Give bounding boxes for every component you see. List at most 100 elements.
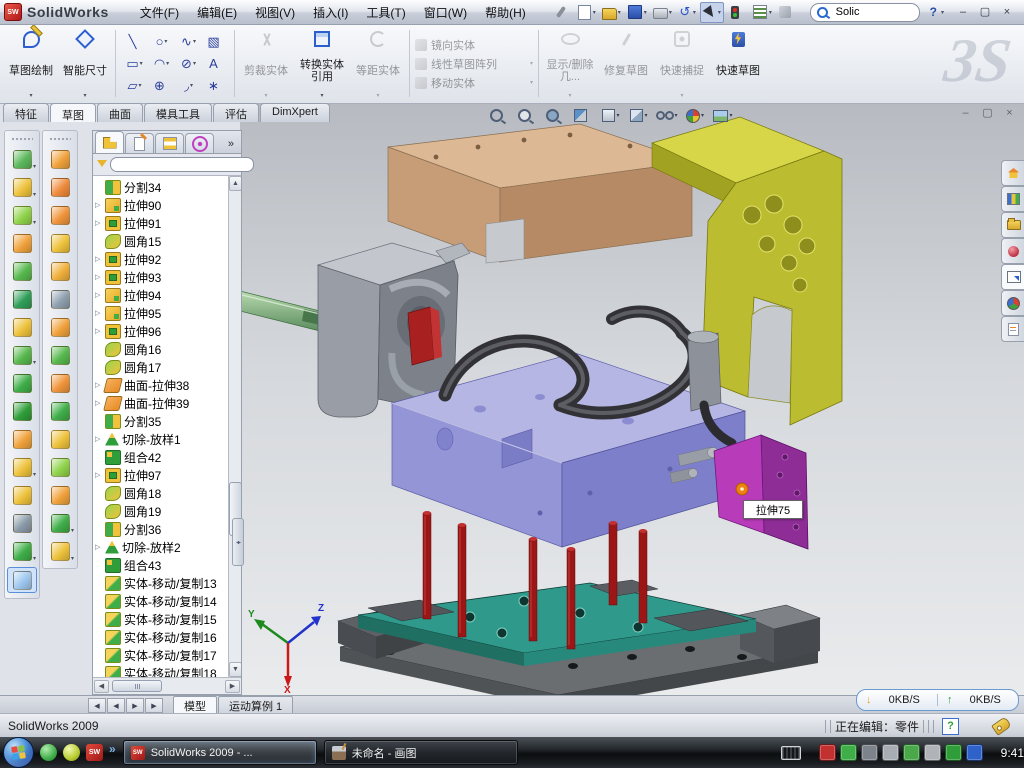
lofted-boss[interactable]: ▾ bbox=[8, 259, 36, 283]
launcher-ball-icon[interactable] bbox=[63, 744, 80, 761]
straight-slot[interactable]: ▱ ▾ bbox=[121, 75, 148, 97]
taskbar-clock[interactable]: 9:41 bbox=[1001, 746, 1024, 760]
view-palette[interactable] bbox=[1001, 264, 1024, 290]
reference-geometry[interactable]: ▾ bbox=[8, 483, 36, 507]
study-nav-button[interactable]: ◀ bbox=[107, 698, 125, 713]
toolbox[interactable]: ▾ bbox=[776, 3, 798, 22]
net-speed-widget[interactable]: ↓ 0KB/S ↑ 0KB/S bbox=[856, 689, 1019, 711]
solidworks-resources[interactable] bbox=[1001, 160, 1024, 186]
magnified-selection[interactable]: ▾ bbox=[542, 106, 568, 125]
search-box[interactable] bbox=[810, 3, 920, 22]
file-explorer[interactable] bbox=[1001, 212, 1024, 238]
zoom-to-area[interactable]: ▾ bbox=[514, 106, 540, 125]
featuremanager-tab[interactable] bbox=[95, 131, 124, 153]
document-tab[interactable]: 运动算例 1 bbox=[218, 696, 293, 714]
instant3d[interactable]: ▾ bbox=[7, 567, 37, 593]
search-input[interactable] bbox=[834, 5, 890, 19]
revolved-boss[interactable]: ▾ bbox=[8, 175, 36, 199]
graphics-viewport[interactable]: Y Z X ▾ ▾ ▾ ▾ ▾ ▾ ▾ ▾ ▾ – ▢ × bbox=[240, 103, 1024, 695]
quick-tips-help-button[interactable]: ? bbox=[942, 718, 959, 735]
move-body[interactable]: ▾ bbox=[8, 427, 36, 451]
offset-entities[interactable]: 等距实体 ▾ bbox=[350, 24, 406, 103]
expand-arrow-icon[interactable] bbox=[95, 255, 105, 263]
move-entities[interactable]: 移动实体 ▾ bbox=[415, 75, 533, 91]
solidworks-search[interactable] bbox=[1001, 238, 1024, 264]
tree-item[interactable]: 切除-放样2 bbox=[93, 538, 229, 556]
linear-pattern[interactable]: ▾ bbox=[8, 343, 36, 367]
tree-horizontal-scrollbar[interactable]: ◀ ▶ bbox=[93, 677, 241, 694]
part-base-plates[interactable] bbox=[338, 580, 820, 695]
tree-item[interactable]: 拉伸91 bbox=[93, 214, 229, 232]
rapid-sketch[interactable]: 快速草图 ▾ bbox=[710, 24, 766, 103]
minimize-button[interactable]: – bbox=[954, 5, 972, 20]
part-top-clamp-plate[interactable] bbox=[388, 124, 692, 263]
tree-item[interactable]: 拉伸97 bbox=[93, 466, 229, 484]
window-solidworks[interactable]: SW SolidWorks 2009 - ... bbox=[123, 740, 317, 765]
undo[interactable]: ↺ ▾ bbox=[676, 3, 698, 22]
tags-icon[interactable] bbox=[991, 716, 1012, 736]
doc-close-button[interactable]: × bbox=[1001, 106, 1018, 121]
agent-gray-icon[interactable] bbox=[861, 744, 878, 761]
help-dropdown-icon[interactable]: ▾ bbox=[941, 9, 944, 16]
freeform[interactable]: ▾ bbox=[46, 539, 74, 563]
repair-sketch[interactable]: 修复草图 ▾ bbox=[598, 24, 654, 103]
tree-item[interactable]: 曲面-拉伸38 bbox=[93, 376, 229, 394]
planar-surface[interactable]: ▾ bbox=[46, 315, 74, 339]
sketch-fillet[interactable]: ◞ ▾ bbox=[175, 75, 202, 97]
expand-arrow-icon[interactable] bbox=[95, 291, 105, 299]
rebuild-traffic-light[interactable]: ▾ bbox=[726, 3, 748, 22]
command-tab[interactable]: DimXpert bbox=[260, 103, 330, 122]
ellipse[interactable]: ⊘ ▾ bbox=[175, 53, 202, 75]
tree-item[interactable]: 分割35 bbox=[93, 412, 229, 430]
line[interactable]: ╲ ▾ bbox=[121, 31, 148, 53]
mirror-entities[interactable]: 镜向实体 ▾ bbox=[415, 37, 533, 53]
network-warning-icon[interactable] bbox=[924, 744, 941, 761]
tree-item[interactable]: 拉伸96 bbox=[93, 322, 229, 340]
appearances-scenes[interactable] bbox=[1001, 290, 1024, 316]
tree-item[interactable]: 圆角16 bbox=[93, 340, 229, 358]
scroll-right-button[interactable]: ▶ bbox=[225, 680, 240, 693]
zoom-to-fit[interactable]: ▾ bbox=[486, 106, 512, 125]
solidworks-shortcut-icon[interactable]: SW bbox=[86, 744, 103, 761]
study-nav-button[interactable]: ▶ bbox=[145, 698, 163, 713]
print[interactable]: ▾ bbox=[651, 3, 674, 22]
quick-launch-chevron-icon[interactable]: » bbox=[109, 742, 116, 756]
menu-item[interactable]: 插入(I) bbox=[304, 1, 357, 24]
tree-item[interactable]: 拉伸93 bbox=[93, 268, 229, 286]
tree-filter-input[interactable] bbox=[110, 157, 254, 172]
tree-item[interactable]: 拉伸95 bbox=[93, 304, 229, 322]
tree-item[interactable]: 圆角18 bbox=[93, 484, 229, 502]
dimxpertmanager-tab[interactable] bbox=[185, 133, 214, 153]
insert-mold-folders[interactable]: ▾ bbox=[46, 231, 74, 255]
design-library[interactable] bbox=[1001, 186, 1024, 212]
command-tab[interactable]: 草图 bbox=[50, 103, 96, 122]
tree-item[interactable]: 组合43 bbox=[93, 556, 229, 574]
split-line[interactable]: ▾ bbox=[46, 203, 74, 227]
antivirus-icon[interactable] bbox=[819, 744, 836, 761]
expand-arrow-icon[interactable] bbox=[95, 201, 105, 209]
parting-surface[interactable]: ▾ bbox=[46, 371, 74, 395]
command-tab[interactable]: 特征 bbox=[3, 103, 49, 122]
text[interactable]: A ▾ bbox=[202, 53, 229, 75]
boundary-boss[interactable]: ▾ bbox=[8, 287, 36, 311]
centerpoint-arc[interactable]: ◠ ▾ bbox=[148, 53, 175, 75]
tree-item[interactable]: 曲面-拉伸39 bbox=[93, 394, 229, 412]
extruded-boss[interactable]: ▾ bbox=[8, 147, 36, 171]
expand-arrow-icon[interactable] bbox=[95, 309, 105, 317]
panel-chevron-icon[interactable]: » bbox=[223, 138, 239, 153]
dome[interactable]: ▾ bbox=[46, 483, 74, 507]
helix-spiral-2[interactable]: ▾ bbox=[46, 511, 74, 535]
command-tab[interactable]: 曲面 bbox=[97, 103, 143, 122]
tree-item[interactable]: 组合42 bbox=[93, 448, 229, 466]
parting-line[interactable]: ▾ bbox=[46, 147, 74, 171]
polygon[interactable]: ⊕ ▾ bbox=[148, 75, 175, 97]
view-orientation[interactable]: ▾ bbox=[598, 106, 624, 125]
menu-item[interactable]: 视图(V) bbox=[246, 1, 304, 24]
scale[interactable]: ▾ bbox=[46, 287, 74, 311]
section-view[interactable]: ▾ bbox=[570, 106, 596, 125]
tree-item[interactable]: 实体-移动/复制18 bbox=[93, 664, 229, 677]
keyboard-layout-icon[interactable] bbox=[781, 746, 801, 760]
draft[interactable]: ▾ bbox=[46, 175, 74, 199]
combine-bodies[interactable]: ▾ bbox=[8, 399, 36, 423]
tree-item[interactable]: 实体-移动/复制16 bbox=[93, 628, 229, 646]
